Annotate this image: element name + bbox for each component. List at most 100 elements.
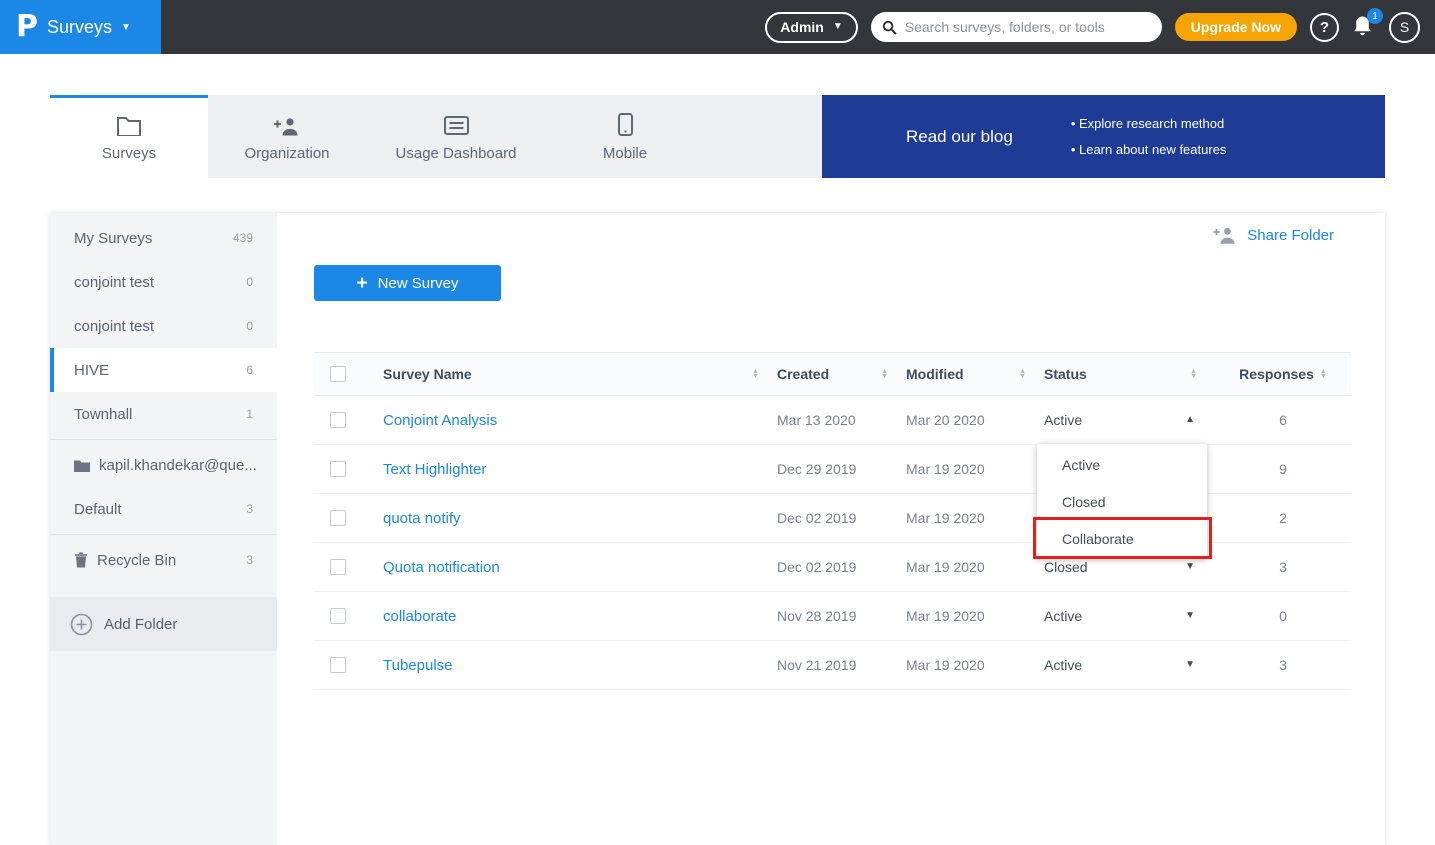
chevron-down-icon[interactable]: ▼ [1185,611,1195,621]
people-add-icon [273,112,301,136]
sidebar-item-conjoint-test-1[interactable]: conjoint test 0 [50,260,277,304]
column-header-survey-name: Survey Name [383,366,472,382]
global-search [871,12,1162,42]
status-value: Active [1044,657,1082,673]
questionpro-logo-icon: P [16,12,38,42]
chevron-down-icon: ▼ [121,23,131,33]
survey-name-link[interactable]: Conjoint Analysis [383,412,497,429]
sidebar-item-default[interactable]: Default 3 [50,487,277,531]
folder-label: Townhall [74,406,132,423]
mobile-icon [618,112,633,136]
sidebar-item-conjoint-test-2[interactable]: conjoint test 0 [50,304,277,348]
admin-menu-button[interactable]: Admin ▼ [765,12,857,43]
responses-count: 2 [1279,510,1287,526]
created-date: Dec 02 2019 [777,510,856,526]
survey-name-link[interactable]: collaborate [383,608,456,625]
sidebar-item-recycle-bin[interactable]: Recycle Bin 3 [50,538,277,582]
blog-banner[interactable]: Read our blog Explore research method Le… [822,95,1385,178]
share-folder-label: Share Folder [1247,227,1334,244]
table-header-row: Survey Name ▲▼ Created ▲▼ Modified ▲▼ St… [314,352,1351,396]
folder-label: conjoint test [74,274,154,291]
status-option-collaborate[interactable]: Collaborate [1037,520,1207,557]
admin-label: Admin [780,19,824,35]
banner-bullets: Explore research method Learn about new … [1071,116,1227,157]
sidebar-item-my-surveys[interactable]: My Surveys 439 [50,216,277,260]
table-row: Conjoint Analysis Mar 13 2020 Mar 20 202… [314,396,1351,445]
tab-mobile[interactable]: Mobile [546,95,704,178]
folders-sidebar: My Surveys 439 conjoint test 0 conjoint … [50,213,277,845]
sidebar-item-townhall[interactable]: Townhall 1 [50,392,277,436]
help-button[interactable]: ? [1310,13,1339,42]
row-checkbox[interactable] [330,510,346,526]
tab-usage-dashboard[interactable]: Usage Dashboard [366,95,546,178]
new-survey-button[interactable]: + New Survey [314,265,501,301]
search-icon [882,20,897,35]
product-label: Surveys [47,17,112,38]
folder-count: 3 [246,502,253,516]
row-checkbox[interactable] [330,657,346,673]
sort-icon[interactable]: ▲▼ [752,369,759,379]
tabs-bar: Surveys Organization Usage Dashboard Mob… [50,95,1385,178]
chevron-down-icon[interactable]: ▼ [1185,660,1195,670]
survey-name-link[interactable]: quota notify [383,510,461,527]
person-add-icon [1213,227,1237,244]
folder-count: 0 [246,319,253,333]
folder-label: HIVE [74,362,109,379]
sort-icon[interactable]: ▲▼ [1320,369,1327,379]
responses-count: 9 [1279,461,1287,477]
row-checkbox[interactable] [330,559,346,575]
status-option-active[interactable]: Active [1037,446,1207,483]
sort-icon[interactable]: ▲▼ [1019,369,1026,379]
survey-name-link[interactable]: Tubepulse [383,657,453,674]
add-folder-label: Add Folder [104,616,177,633]
sidebar-item-shared-folder[interactable]: kapil.khandekar@que... [50,443,277,487]
search-input[interactable] [905,19,1151,35]
row-checkbox[interactable] [330,412,346,428]
folder-label: My Surveys [74,230,152,247]
chevron-down-icon[interactable]: ▼ [1185,562,1195,572]
topbar-actions: Admin ▼ Upgrade Now ? 1 S [765,12,1435,43]
sidebar-item-hive[interactable]: HIVE 6 [50,348,277,392]
folder-count: 0 [246,275,253,289]
sort-icon[interactable]: ▲▼ [881,369,888,379]
upgrade-now-button[interactable]: Upgrade Now [1175,13,1297,41]
user-avatar[interactable]: S [1389,12,1420,43]
tab-label: Usage Dashboard [396,145,517,162]
row-checkbox[interactable] [330,608,346,624]
created-date: Dec 02 2019 [777,559,856,575]
status-option-closed[interactable]: Closed [1037,483,1207,520]
sort-icon[interactable]: ▲▼ [1190,369,1197,379]
modified-date: Mar 19 2020 [906,559,985,575]
folder-count: 3 [246,553,253,567]
created-date: Dec 29 2019 [777,461,856,477]
product-switcher[interactable]: P Surveys ▼ [0,0,161,54]
trash-icon [74,552,88,568]
modified-date: Mar 19 2020 [906,461,985,477]
status-value: Closed [1044,559,1088,575]
chevron-down-icon: ▼ [833,22,843,32]
dashboard-icon [444,112,469,136]
banner-bullet: Learn about new features [1071,142,1227,157]
surveys-page: { "topbar": { "logo_letter": "P", "produ… [0,0,1435,845]
tab-organization[interactable]: Organization [208,95,366,178]
row-checkbox[interactable] [330,461,346,477]
banner-title: Read our blog [822,127,1013,147]
select-all-checkbox[interactable] [330,366,346,382]
add-folder-button[interactable]: Add Folder [50,597,277,651]
created-date: Nov 21 2019 [777,657,856,673]
column-header-modified: Modified [906,366,964,382]
survey-name-link[interactable]: Quota notification [383,559,500,576]
survey-name-link[interactable]: Text Highlighter [383,461,486,478]
plus-icon: + [357,274,368,293]
created-date: Mar 13 2020 [777,412,856,428]
chevron-up-icon[interactable]: ▲ [1185,415,1195,425]
status-value: Active [1044,412,1082,428]
share-folder-button[interactable]: Share Folder [1213,227,1334,244]
folder-count: 1 [246,407,253,421]
tab-surveys[interactable]: Surveys [50,95,208,178]
content-card: My Surveys 439 conjoint test 0 conjoint … [50,213,1385,845]
folder-label: Recycle Bin [97,552,176,569]
notifications-button[interactable]: 1 [1352,14,1376,40]
folder-label: conjoint test [74,318,154,335]
sidebar-divider [50,439,277,440]
